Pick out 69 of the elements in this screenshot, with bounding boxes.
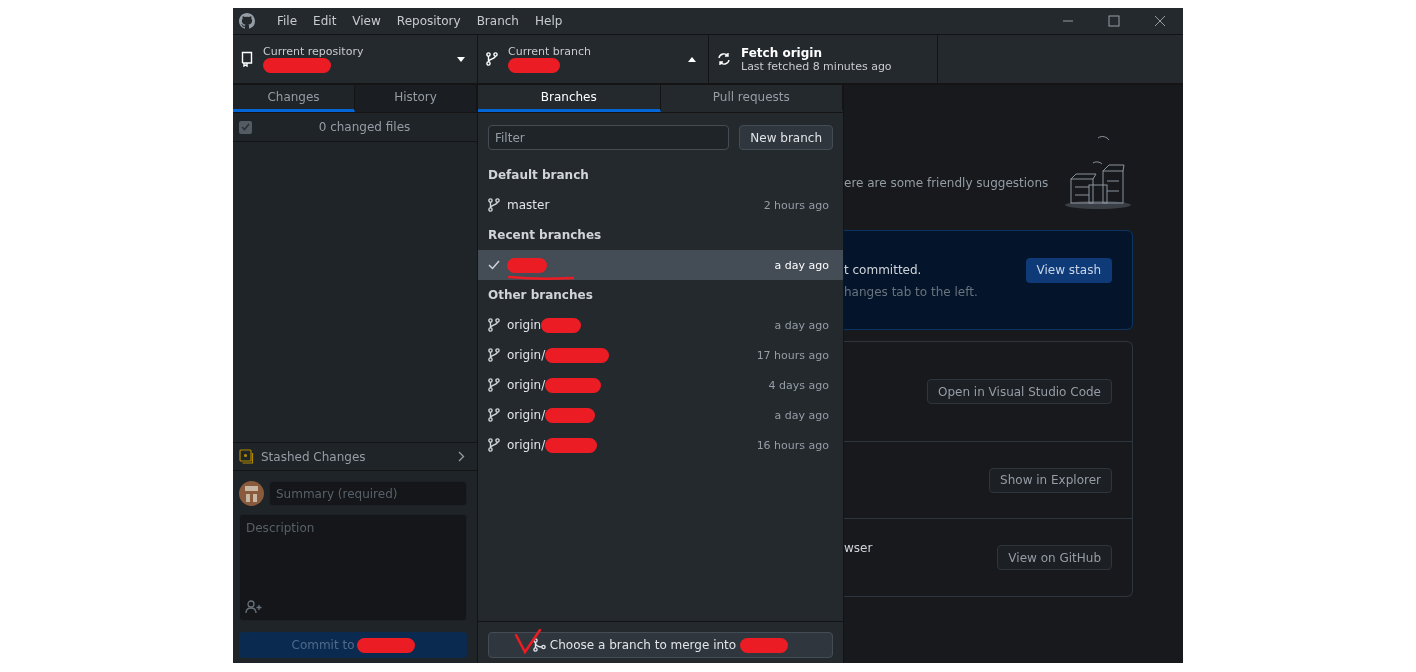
branch-label: Current branch: [508, 45, 593, 58]
branch-list-row[interactable]: origin/ 17 hours ago: [478, 340, 843, 370]
merge-icon: [532, 638, 546, 652]
group-heading: Other branches: [487, 287, 594, 304]
menu-item[interactable]: File: [269, 14, 306, 28]
branch-list-row[interactable]: origin/ a day ago: [478, 400, 843, 430]
branch-name: origin/: [507, 438, 546, 452]
summary-field[interactable]: Summary (required): [269, 481, 467, 506]
sync-icon: [717, 52, 731, 66]
branch-icon: [486, 52, 498, 66]
branch-list-row[interactable]: origin a day ago: [478, 310, 843, 340]
branch-name: origin/: [507, 408, 546, 422]
action-button[interactable]: View on GitHub: [997, 545, 1112, 570]
branch-list-row[interactable]: master 2 hours ago: [478, 190, 843, 220]
group-heading: Recent branches: [487, 227, 603, 244]
branch-name: origin: [507, 318, 542, 332]
menu-item[interactable]: Edit: [305, 14, 345, 28]
repository-label: Current repository: [263, 45, 365, 58]
chevron-right-icon: [458, 451, 465, 462]
merge-label: Choose a branch to merge into: [549, 638, 737, 652]
select-all-checkbox[interactable]: [239, 120, 252, 134]
branch-time: 2 hours ago: [763, 198, 829, 212]
stashed-changes-row[interactable]: Stashed Changes: [233, 442, 477, 471]
branch-time: a day ago: [774, 258, 829, 272]
menu-item[interactable]: Help: [526, 14, 571, 28]
filter-field[interactable]: Filter: [488, 125, 730, 150]
branch-name: origin/: [507, 378, 546, 392]
menu-item[interactable]: View: [344, 14, 389, 28]
sidebar-tab[interactable]: Changes: [233, 85, 355, 112]
branch-name: master: [507, 198, 550, 212]
branch-icon: [488, 378, 500, 392]
action-button[interactable]: Show in Explorer: [989, 467, 1112, 493]
changed-files-count: 0 changed files: [317, 120, 412, 134]
branch-time: 16 hours ago: [756, 438, 829, 452]
branch-time: a day ago: [774, 408, 829, 422]
branch-icon: [488, 348, 500, 362]
new-branch-button[interactable]: New branch: [739, 125, 833, 150]
action-text: wser: [844, 540, 873, 555]
action-button[interactable]: Open in Visual Studio Code: [927, 379, 1112, 404]
stash-card-text: t committed.: [844, 263, 923, 277]
branch-time: a day ago: [774, 318, 829, 332]
caret-icon: [457, 56, 465, 62]
branch-icon: [488, 438, 500, 452]
fetch-subtitle: Last fetched 8 minutes ago: [741, 59, 893, 73]
branch-icon: [488, 408, 500, 422]
logo-icon: [239, 13, 255, 29]
view-stash-button[interactable]: View stash: [1025, 257, 1112, 283]
menu-item[interactable]: Branch: [468, 14, 527, 28]
suggestions-text: ere are some friendly suggestions: [844, 176, 1049, 192]
menu-tab[interactable]: Branches: [478, 85, 661, 112]
menu-item[interactable]: Repository: [388, 14, 469, 28]
stash-icon: [239, 448, 255, 465]
branch-icon: [488, 198, 500, 212]
add-coauthor-icon[interactable]: [245, 600, 262, 614]
stash-card-hint: hanges tab to the left.: [844, 285, 979, 299]
branch-icon: [488, 318, 500, 332]
branch-list-row[interactable]: origin/ 16 hours ago: [478, 430, 843, 460]
avatar: [239, 481, 264, 506]
fetch-title: Fetch origin: [741, 45, 823, 60]
branch-time: 4 days ago: [768, 378, 829, 392]
repository-icon: [241, 51, 253, 67]
branch-list-row[interactable]: origin/ 4 days ago: [478, 370, 843, 400]
branch-time: 17 hours ago: [756, 348, 829, 362]
description-field[interactable]: Description: [239, 514, 467, 621]
check-icon: [488, 260, 500, 270]
sidebar-tab[interactable]: History: [355, 85, 477, 112]
branch-list-row[interactable]: a day ago: [478, 250, 843, 280]
branch-name: origin/: [507, 348, 546, 362]
group-heading: Default branch: [487, 167, 590, 184]
